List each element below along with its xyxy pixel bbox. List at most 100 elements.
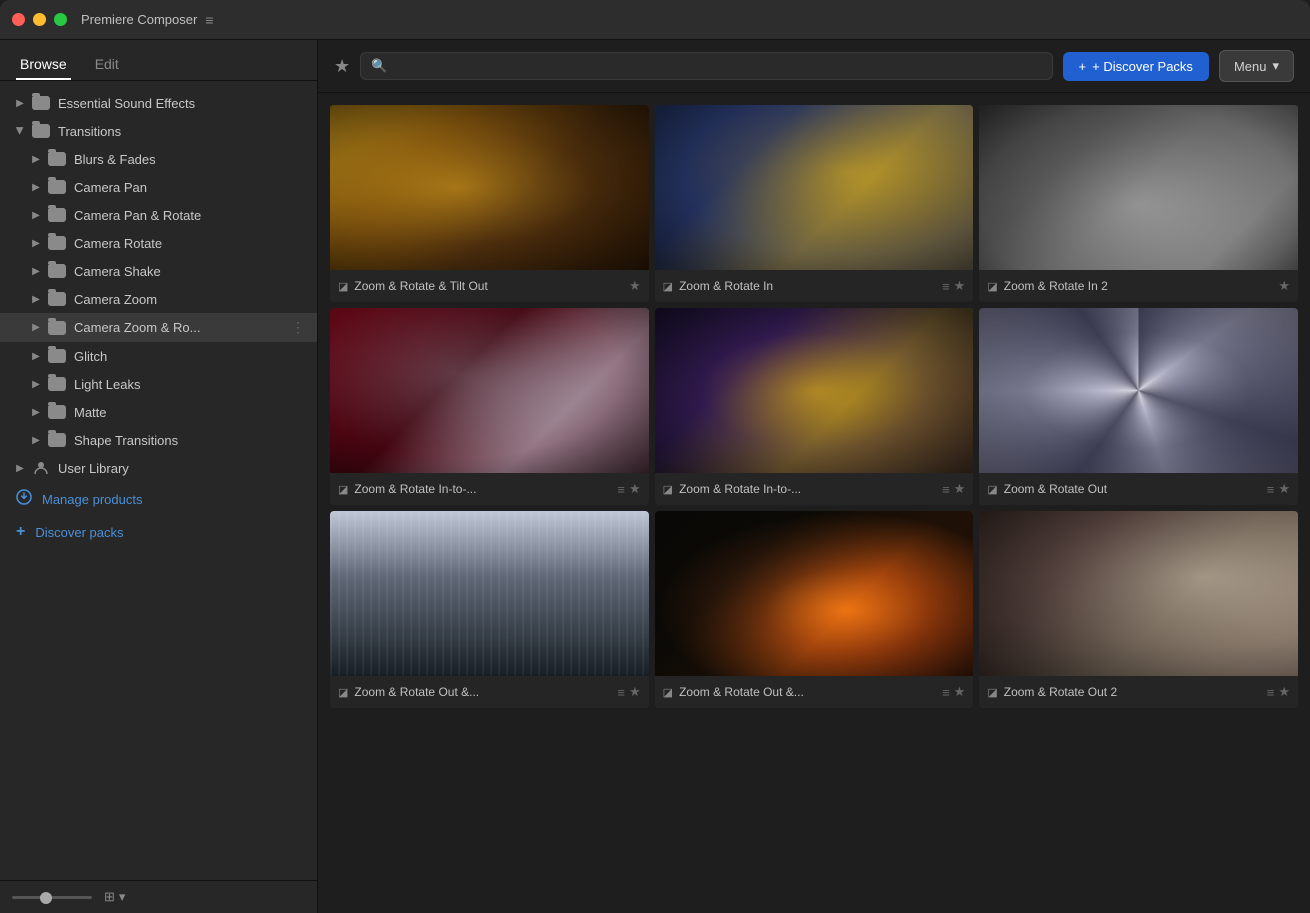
sidebar-item-shape-transitions[interactable]: ▶ Shape Transitions <box>0 426 317 454</box>
download-icon <box>16 489 32 509</box>
tab-browse[interactable]: Browse <box>16 50 71 80</box>
discover-packs-button[interactable]: + + Discover Packs <box>1063 52 1209 81</box>
grid-item-1[interactable]: ◪ Zoom & Rotate & Tilt Out ★ <box>330 105 649 302</box>
item-menu-icon-4[interactable]: ≡ <box>617 482 625 497</box>
arrow-icon: ▶ <box>28 263 44 279</box>
sidebar-item-camera-zoom-rotate[interactable]: ▶ Camera Zoom & Ro... ⋮ <box>0 313 317 342</box>
folder-icon <box>48 180 66 194</box>
maximize-button[interactable] <box>54 13 67 26</box>
item-menu-icon-9[interactable]: ≡ <box>1267 685 1275 700</box>
content-header: ★ 🔍 + + Discover Packs Menu ▾ <box>318 40 1310 93</box>
folder-icon <box>32 96 50 110</box>
folder-icon <box>48 152 66 166</box>
item-star-6[interactable]: ★ <box>1278 481 1290 497</box>
sidebar-item-camera-zoom[interactable]: ▶ Camera Zoom <box>0 285 317 313</box>
tab-edit[interactable]: Edit <box>91 50 123 80</box>
sidebar-item-camera-shake[interactable]: ▶ Camera Shake <box>0 257 317 285</box>
item-star-1[interactable]: ★ <box>629 278 641 294</box>
thumbnail-2 <box>655 105 974 270</box>
grid-item-2[interactable]: ◪ Zoom & Rotate In ≡ ★ <box>655 105 974 302</box>
plus-icon: + <box>16 523 25 541</box>
folder-icon <box>32 124 50 138</box>
grid-item-8[interactable]: ◪ Zoom & Rotate Out &... ≡ ★ <box>655 511 974 708</box>
sidebar-item-camera-pan-rotate[interactable]: ▶ Camera Pan & Rotate <box>0 201 317 229</box>
clip-icon: ◪ <box>338 483 348 496</box>
minimize-button[interactable] <box>33 13 46 26</box>
sidebar-item-camera-pan[interactable]: ▶ Camera Pan <box>0 173 317 201</box>
sidebar-item-blurs-fades[interactable]: ▶ Blurs & Fades <box>0 145 317 173</box>
tab-bar: Browse Edit <box>0 40 317 81</box>
item-star-9[interactable]: ★ <box>1278 684 1290 700</box>
title-bar: Premiere Composer ≡ <box>0 0 1310 40</box>
item-name-8: Zoom & Rotate Out &... <box>679 685 938 699</box>
grid-item-6[interactable]: ◪ Zoom & Rotate Out ≡ ★ <box>979 308 1298 505</box>
item-footer-9: ◪ Zoom & Rotate Out 2 ≡ ★ <box>979 676 1298 708</box>
item-star-8[interactable]: ★ <box>954 684 966 700</box>
sidebar-action-manage-products[interactable]: Manage products <box>0 482 317 516</box>
sidebar-content: ▶ Essential Sound Effects ▶ Transitions … <box>0 81 317 880</box>
sidebar-item-camera-rotate[interactable]: ▶ Camera Rotate <box>0 229 317 257</box>
item-star-5[interactable]: ★ <box>954 481 966 497</box>
folder-icon <box>48 292 66 306</box>
three-dots-icon[interactable]: ⋮ <box>291 319 305 336</box>
grid-item-9[interactable]: ◪ Zoom & Rotate Out 2 ≡ ★ <box>979 511 1298 708</box>
folder-icon <box>48 433 66 447</box>
item-footer-7: ◪ Zoom & Rotate Out &... ≡ ★ <box>330 676 649 708</box>
item-footer-2: ◪ Zoom & Rotate In ≡ ★ <box>655 270 974 302</box>
search-icon: 🔍 <box>371 58 387 74</box>
search-bar: 🔍 <box>360 52 1052 80</box>
folder-icon <box>48 405 66 419</box>
item-footer-8: ◪ Zoom & Rotate Out &... ≡ ★ <box>655 676 974 708</box>
item-menu-icon-2[interactable]: ≡ <box>942 279 950 294</box>
item-name-5: Zoom & Rotate In-to-... <box>679 482 938 496</box>
clip-icon: ◪ <box>663 483 673 496</box>
discover-packs-label: Discover packs <box>35 525 123 540</box>
sidebar-item-matte[interactable]: ▶ Matte <box>0 398 317 426</box>
item-star-2[interactable]: ★ <box>954 278 966 294</box>
menu-button[interactable]: Menu ▾ <box>1219 50 1294 82</box>
view-toggle[interactable]: ⊞ ▾ <box>104 889 125 905</box>
menu-icon[interactable]: ≡ <box>205 12 213 28</box>
zoom-slider[interactable] <box>12 896 92 899</box>
grid-item-4[interactable]: ◪ Zoom & Rotate In-to-... ≡ ★ <box>330 308 649 505</box>
item-star-7[interactable]: ★ <box>629 684 641 700</box>
clip-icon: ◪ <box>987 483 997 496</box>
sidebar-action-discover-packs[interactable]: + Discover packs <box>0 516 317 548</box>
thumbnail-5 <box>655 308 974 473</box>
item-footer-5: ◪ Zoom & Rotate In-to-... ≡ ★ <box>655 473 974 505</box>
item-name-6: Zoom & Rotate Out <box>1004 482 1263 496</box>
folder-icon <box>48 236 66 250</box>
arrow-icon: ▶ <box>28 320 44 336</box>
item-menu-icon-5[interactable]: ≡ <box>942 482 950 497</box>
menu-chevron-icon: ▾ <box>1272 58 1279 74</box>
grid-item-7[interactable]: ◪ Zoom & Rotate Out &... ≡ ★ <box>330 511 649 708</box>
search-input[interactable] <box>395 59 1041 74</box>
sidebar-item-label: Camera Pan <box>74 180 305 195</box>
sidebar-item-transitions[interactable]: ▶ Transitions <box>0 117 317 145</box>
item-footer-4: ◪ Zoom & Rotate In-to-... ≡ ★ <box>330 473 649 505</box>
sidebar-item-glitch[interactable]: ▶ Glitch <box>0 342 317 370</box>
sidebar-item-label: Light Leaks <box>74 377 305 392</box>
sidebar-item-light-leaks[interactable]: ▶ Light Leaks <box>0 370 317 398</box>
close-button[interactable] <box>12 13 25 26</box>
item-star-3[interactable]: ★ <box>1278 278 1290 294</box>
clip-icon: ◪ <box>338 686 348 699</box>
sidebar-item-label: Essential Sound Effects <box>58 96 305 111</box>
item-star-4[interactable]: ★ <box>629 481 641 497</box>
clip-icon: ◪ <box>663 280 673 293</box>
item-menu-icon-8[interactable]: ≡ <box>942 685 950 700</box>
thumbnail-8 <box>655 511 974 676</box>
arrow-icon: ▶ <box>28 179 44 195</box>
sidebar-item-essential-sound-effects[interactable]: ▶ Essential Sound Effects <box>0 89 317 117</box>
folder-icon <box>48 377 66 391</box>
thumbnail-1 <box>330 105 649 270</box>
sidebar-item-label: Camera Rotate <box>74 236 305 251</box>
item-menu-icon-6[interactable]: ≡ <box>1267 482 1275 497</box>
grid-item-5[interactable]: ◪ Zoom & Rotate In-to-... ≡ ★ <box>655 308 974 505</box>
item-menu-icon-7[interactable]: ≡ <box>617 685 625 700</box>
slider-thumb[interactable] <box>40 892 52 904</box>
grid-item-3[interactable]: ◪ Zoom & Rotate In 2 ★ <box>979 105 1298 302</box>
filter-star-button[interactable]: ★ <box>334 56 350 77</box>
app-title: Premiere Composer <box>81 12 197 27</box>
sidebar-item-user-library[interactable]: ▶ User Library <box>0 454 317 482</box>
